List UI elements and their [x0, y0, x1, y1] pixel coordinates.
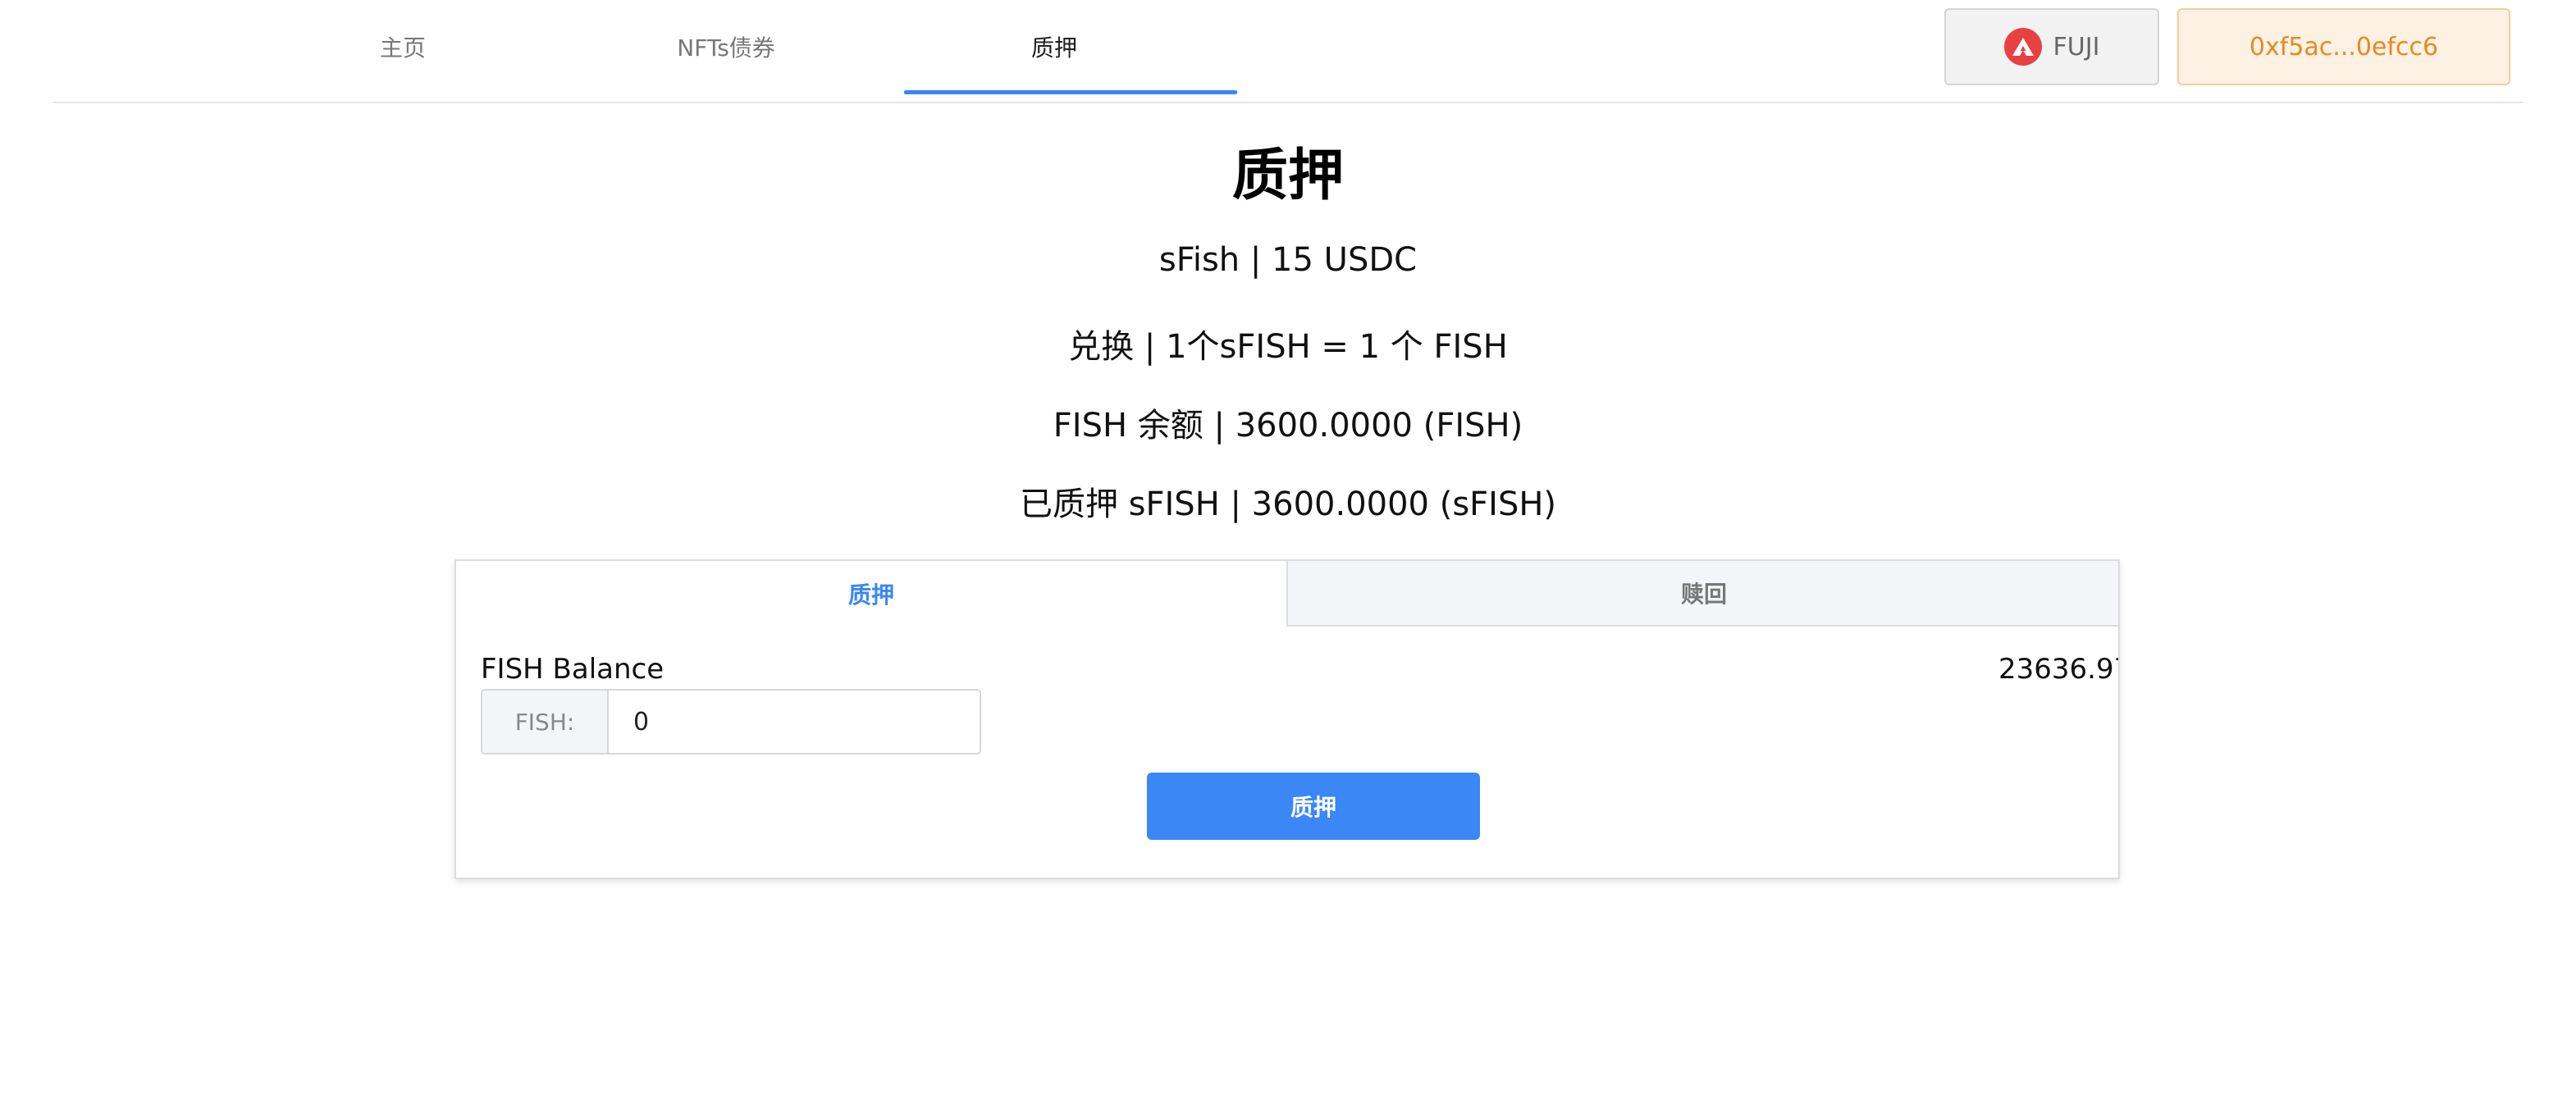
amount-input[interactable] [609, 691, 980, 753]
card-tab-redeem[interactable]: 赎回 [1286, 561, 2118, 627]
avalanche-logo-icon [2003, 28, 2042, 66]
network-label: FUJI [2053, 32, 2100, 62]
balance-label: FISH Balance [481, 653, 665, 686]
stake-card: 质押 赎回 FISH Balance 23636.970 FISH: 质押 [454, 559, 2120, 879]
amount-input-group: FISH: [481, 689, 981, 755]
staked-sfish-summary: 已质押 sFISH | 3600.0000 (sFISH) [1019, 486, 1557, 523]
card-tab-stake[interactable]: 质押 [456, 561, 1286, 627]
wallet-address-button[interactable]: 0xf5ac...0efcc6 [2177, 8, 2510, 85]
active-tab-indicator [904, 90, 1237, 94]
sfish-price: sFish | 15 USDC [1158, 241, 1418, 279]
balance-value: 23636.970 [1998, 653, 2118, 686]
network-button[interactable]: FUJI [1944, 8, 2159, 85]
tab-home[interactable]: 主页 [236, 0, 569, 93]
fish-balance-summary: FISH 余额 | 3600.0000 (FISH) [1053, 407, 1523, 445]
page-title: 质押 [1231, 144, 1344, 208]
page: 主页 NFTs债券 质押 FUJI 0xf5ac...0efcc6 质押 sFi… [0, 0, 2576, 1099]
tab-nft-bonds[interactable]: NFTs债券 [560, 0, 893, 93]
input-prefix-label: FISH: [482, 691, 609, 753]
exchange-rate: 兑换 | 1个sFISH = 1 个 FISH [1068, 328, 1508, 366]
tab-stake[interactable]: 质押 [888, 0, 1221, 93]
stake-submit-button[interactable]: 质押 [1147, 773, 1480, 840]
